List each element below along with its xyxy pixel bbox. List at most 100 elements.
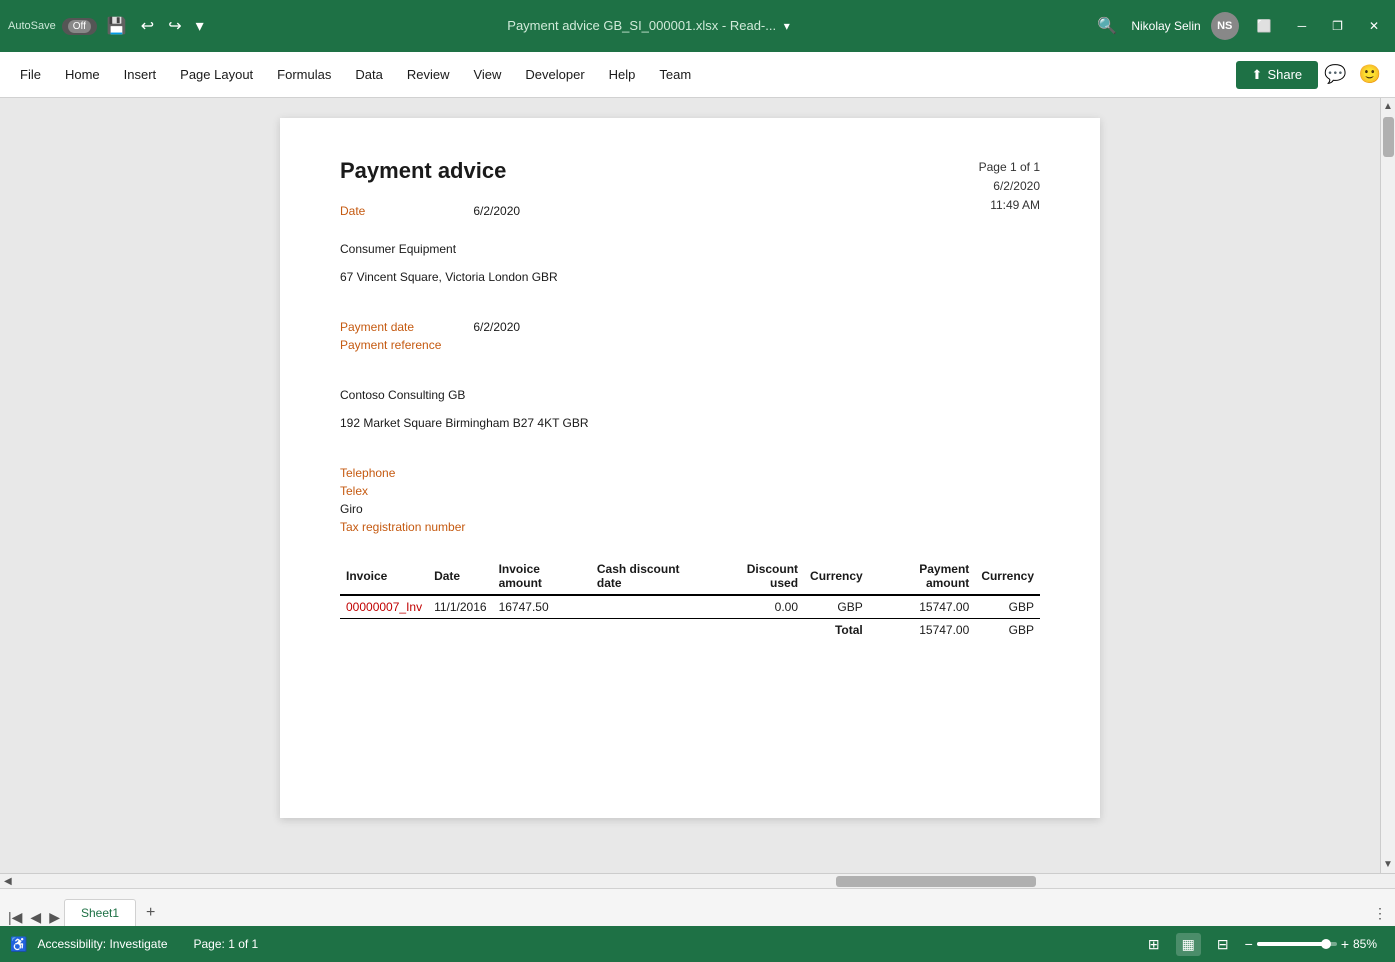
restore-window-button[interactable]: ❐ xyxy=(1324,15,1351,37)
company-address: 67 Vincent Square, Victoria London GBR xyxy=(340,270,1040,284)
scroll-track[interactable] xyxy=(1381,115,1395,856)
undo-button[interactable]: ↩ xyxy=(137,12,158,40)
vendor-address: 192 Market Square Birmingham B27 4KT GBR xyxy=(340,416,1040,430)
tab-next-button[interactable]: ▶ xyxy=(45,909,64,926)
comment-button[interactable]: 💬 xyxy=(1318,60,1352,89)
redo-button[interactable]: ↪ xyxy=(164,12,185,40)
menu-developer[interactable]: Developer xyxy=(513,61,596,88)
close-window-button[interactable]: ✕ xyxy=(1361,15,1387,37)
hscroll-track[interactable] xyxy=(16,874,1395,888)
date-value: 6/2/2020 xyxy=(473,204,520,218)
accessibility-label[interactable]: Accessibility: Investigate xyxy=(37,937,167,951)
minimize-window-button[interactable]: ─ xyxy=(1290,15,1315,37)
avatar[interactable]: NS xyxy=(1211,12,1239,40)
col-discount-used: Discount used xyxy=(711,558,804,595)
horizontal-scrollbar[interactable]: ◀ ▶ xyxy=(0,873,1395,888)
invoice-link[interactable]: 00000007_Inv xyxy=(346,600,422,614)
tax-reg-label: Tax registration number xyxy=(340,520,470,534)
print-date-label: 6/2/2020 xyxy=(979,177,1040,196)
title-bar-filename: Payment advice GB_SI_000001.xlsx - Read-… xyxy=(216,15,1086,37)
page-break-view-button[interactable]: ⊟ xyxy=(1211,933,1235,956)
vertical-scrollbar[interactable]: ▲ ▼ xyxy=(1380,98,1395,873)
menu-review[interactable]: Review xyxy=(395,61,462,88)
add-sheet-button[interactable]: + xyxy=(138,900,163,926)
zoom-slider-thumb[interactable] xyxy=(1321,939,1331,949)
emoji-button[interactable]: 🙂 xyxy=(1353,60,1387,89)
save-button[interactable]: 💾 xyxy=(103,12,131,40)
scroll-thumb[interactable] xyxy=(1383,117,1394,157)
menu-insert[interactable]: Insert xyxy=(112,61,169,88)
invoice-date: 11/1/2016 xyxy=(428,595,493,619)
menu-bar: File Home Insert Page Layout Formulas Da… xyxy=(0,52,1395,98)
zoom-level-label: 85% xyxy=(1353,937,1385,951)
payment-date-value: 6/2/2020 xyxy=(473,320,520,334)
filename-label: Payment advice GB_SI_000001.xlsx - Read-… xyxy=(507,18,776,33)
invoice-table: Invoice Date Invoice amount Cash discoun… xyxy=(340,558,1040,641)
customize-qat-button[interactable]: ▾ xyxy=(192,12,208,40)
autosave-toggle[interactable]: Off xyxy=(62,18,97,35)
main-area: Page 1 of 1 6/2/2020 11:49 AM Payment ad… xyxy=(0,98,1395,873)
payment-section: Payment date 6/2/2020 Payment reference xyxy=(340,320,1040,352)
payment-ref-field: Payment reference xyxy=(340,338,1040,352)
menu-data[interactable]: Data xyxy=(343,61,394,88)
status-bar: ♿ Accessibility: Investigate Page: 1 of … xyxy=(0,926,1395,962)
total-label: Total xyxy=(835,623,863,637)
tab-bar: |◀ ◀ ▶ Sheet1 + ⋮ xyxy=(0,888,1395,926)
page-info-label: Page: 1 of 1 xyxy=(194,937,259,951)
col-payment-amount: Payment amount xyxy=(869,558,976,595)
total-currency: GBP xyxy=(975,619,1040,642)
scroll-up-arrow[interactable]: ▲ xyxy=(1380,98,1395,115)
hscroll-thumb[interactable] xyxy=(836,876,1036,887)
search-icon[interactable]: 🔍 xyxy=(1093,12,1121,40)
menu-page-layout[interactable]: Page Layout xyxy=(168,61,265,88)
document-title: Payment advice xyxy=(340,158,1040,184)
title-bar-right: 🔍 Nikolay Selin NS ⬜ ─ ❐ ✕ xyxy=(1093,12,1387,40)
menu-view[interactable]: View xyxy=(461,61,513,88)
share-icon: ⬆ xyxy=(1252,67,1263,83)
col-invoice: Invoice xyxy=(340,558,428,595)
title-bar-left: AutoSave Off 💾 ↩ ↪ ▾ xyxy=(8,12,208,40)
contact-section: Telephone Telex Giro Tax registration nu… xyxy=(340,466,1040,534)
autosave-label: AutoSave xyxy=(8,20,56,32)
col-currency1: Currency xyxy=(804,558,869,595)
zoom-out-button[interactable]: − xyxy=(1245,936,1253,952)
title-dropdown-button[interactable]: ▾ xyxy=(780,15,794,37)
zoom-in-button[interactable]: + xyxy=(1341,936,1349,952)
sheet-area: Page 1 of 1 6/2/2020 11:49 AM Payment ad… xyxy=(0,98,1380,873)
invoice-amount: 16747.50 xyxy=(493,595,591,619)
telephone-label: Telephone xyxy=(340,466,470,480)
giro-field: Giro xyxy=(340,502,1040,516)
menu-team[interactable]: Team xyxy=(647,61,703,88)
tab-options-button[interactable]: ⋮ xyxy=(1369,901,1391,926)
payment-amount: 15747.00 xyxy=(869,595,976,619)
payment-date-label: Payment date xyxy=(340,320,470,334)
zoom-bar: − + 85% xyxy=(1245,936,1385,952)
menu-home[interactable]: Home xyxy=(53,61,112,88)
col-date: Date xyxy=(428,558,493,595)
tab-first-button[interactable]: |◀ xyxy=(4,909,26,926)
vendor-name: Contoso Consulting GB xyxy=(340,388,1040,402)
tab-prev-button[interactable]: ◀ xyxy=(26,909,45,926)
scroll-down-arrow[interactable]: ▼ xyxy=(1380,856,1395,873)
share-label: Share xyxy=(1267,67,1302,82)
sheet1-label: Sheet1 xyxy=(81,906,119,920)
total-amount: 15747.00 xyxy=(869,619,976,642)
page-layout-view-button[interactable]: ▦ xyxy=(1176,933,1201,956)
telex-label: Telex xyxy=(340,484,470,498)
menu-file[interactable]: File xyxy=(8,61,53,88)
maximize-window-button[interactable]: ⬜ xyxy=(1249,15,1280,37)
col-currency2: Currency xyxy=(975,558,1040,595)
share-button[interactable]: ⬆ Share xyxy=(1236,61,1319,89)
sheet1-tab[interactable]: Sheet1 xyxy=(64,899,136,926)
menu-formulas[interactable]: Formulas xyxy=(265,61,343,88)
toggle-off-label: Off xyxy=(68,20,91,33)
zoom-slider-fill xyxy=(1257,942,1325,946)
table-header-row: Invoice Date Invoice amount Cash discoun… xyxy=(340,558,1040,595)
payment-ref-label: Payment reference xyxy=(340,338,470,352)
giro-label: Giro xyxy=(340,502,363,516)
normal-view-button[interactable]: ⊞ xyxy=(1142,933,1166,956)
menu-help[interactable]: Help xyxy=(597,61,648,88)
zoom-slider-track[interactable] xyxy=(1257,942,1337,946)
tax-reg-field: Tax registration number xyxy=(340,520,1040,534)
scroll-left-arrow[interactable]: ◀ xyxy=(0,874,16,889)
